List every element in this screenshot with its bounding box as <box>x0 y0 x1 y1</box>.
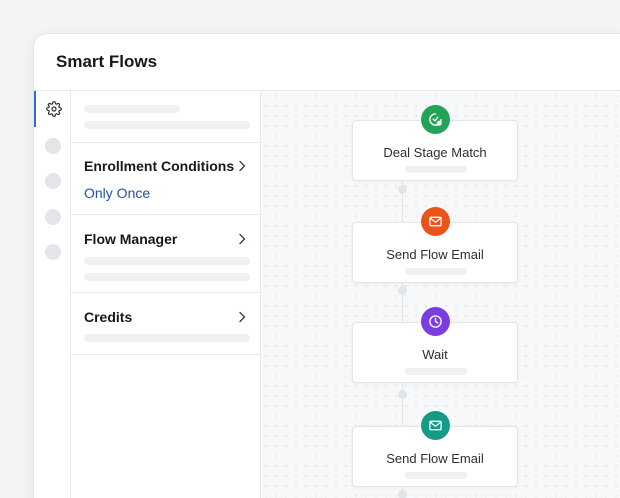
step-badge <box>421 105 450 134</box>
skeleton-line <box>84 105 180 113</box>
panel-section-enrollment-conditions[interactable]: Enrollment Conditions Only Once <box>71 143 260 215</box>
chevron-right-icon <box>239 311 246 323</box>
step-badge <box>421 307 450 336</box>
deal-stage-icon <box>429 113 442 126</box>
step-label: Wait <box>422 347 448 362</box>
add-step-button[interactable] <box>398 490 407 498</box>
rail-item-placeholder[interactable] <box>45 209 61 225</box>
panel-section-credits[interactable]: Credits <box>71 293 260 355</box>
add-step-button[interactable] <box>398 286 407 295</box>
page-title: Smart Flows <box>56 52 158 71</box>
flow-settings-panel: Enrollment Conditions Only Once Flow Man… <box>71 91 261 498</box>
skeleton-line <box>84 273 250 281</box>
step-label: Send Flow Email <box>386 247 484 262</box>
rail-item-placeholder[interactable] <box>45 138 61 154</box>
panel-section-placeholder <box>71 91 260 143</box>
envelope-icon <box>429 420 442 431</box>
section-title: Credits <box>84 309 133 325</box>
step-label: Send Flow Email <box>386 451 484 466</box>
icon-rail <box>34 91 71 498</box>
skeleton-line <box>84 334 250 342</box>
envelope-icon <box>429 216 442 227</box>
skeleton-line <box>405 368 467 375</box>
add-step-button[interactable] <box>398 185 407 194</box>
smart-flows-window: Smart Flows Enrollment Conditions Only O… <box>33 33 620 498</box>
rail-item-placeholder[interactable] <box>45 173 61 189</box>
step-badge <box>421 207 450 236</box>
skeleton-line <box>405 268 467 275</box>
chevron-right-icon <box>239 233 246 245</box>
flow-connector <box>402 382 403 427</box>
add-step-button[interactable] <box>398 390 407 399</box>
skeleton-line <box>405 472 467 479</box>
gear-icon <box>45 101 62 117</box>
enrollment-value[interactable]: Only Once <box>84 185 150 201</box>
section-title: Flow Manager <box>84 231 178 247</box>
step-badge <box>421 411 450 440</box>
step-label: Deal Stage Match <box>383 145 487 160</box>
skeleton-line <box>84 257 250 265</box>
window-header: Smart Flows <box>34 34 620 91</box>
rail-item-settings[interactable] <box>34 91 71 127</box>
section-title: Enrollment Conditions <box>84 158 235 174</box>
skeleton-line <box>84 121 250 129</box>
chevron-right-icon <box>239 160 246 172</box>
clock-icon <box>429 315 442 328</box>
panel-section-flow-manager[interactable]: Flow Manager <box>71 215 260 293</box>
skeleton-line <box>405 166 467 173</box>
rail-item-placeholder[interactable] <box>45 244 61 260</box>
